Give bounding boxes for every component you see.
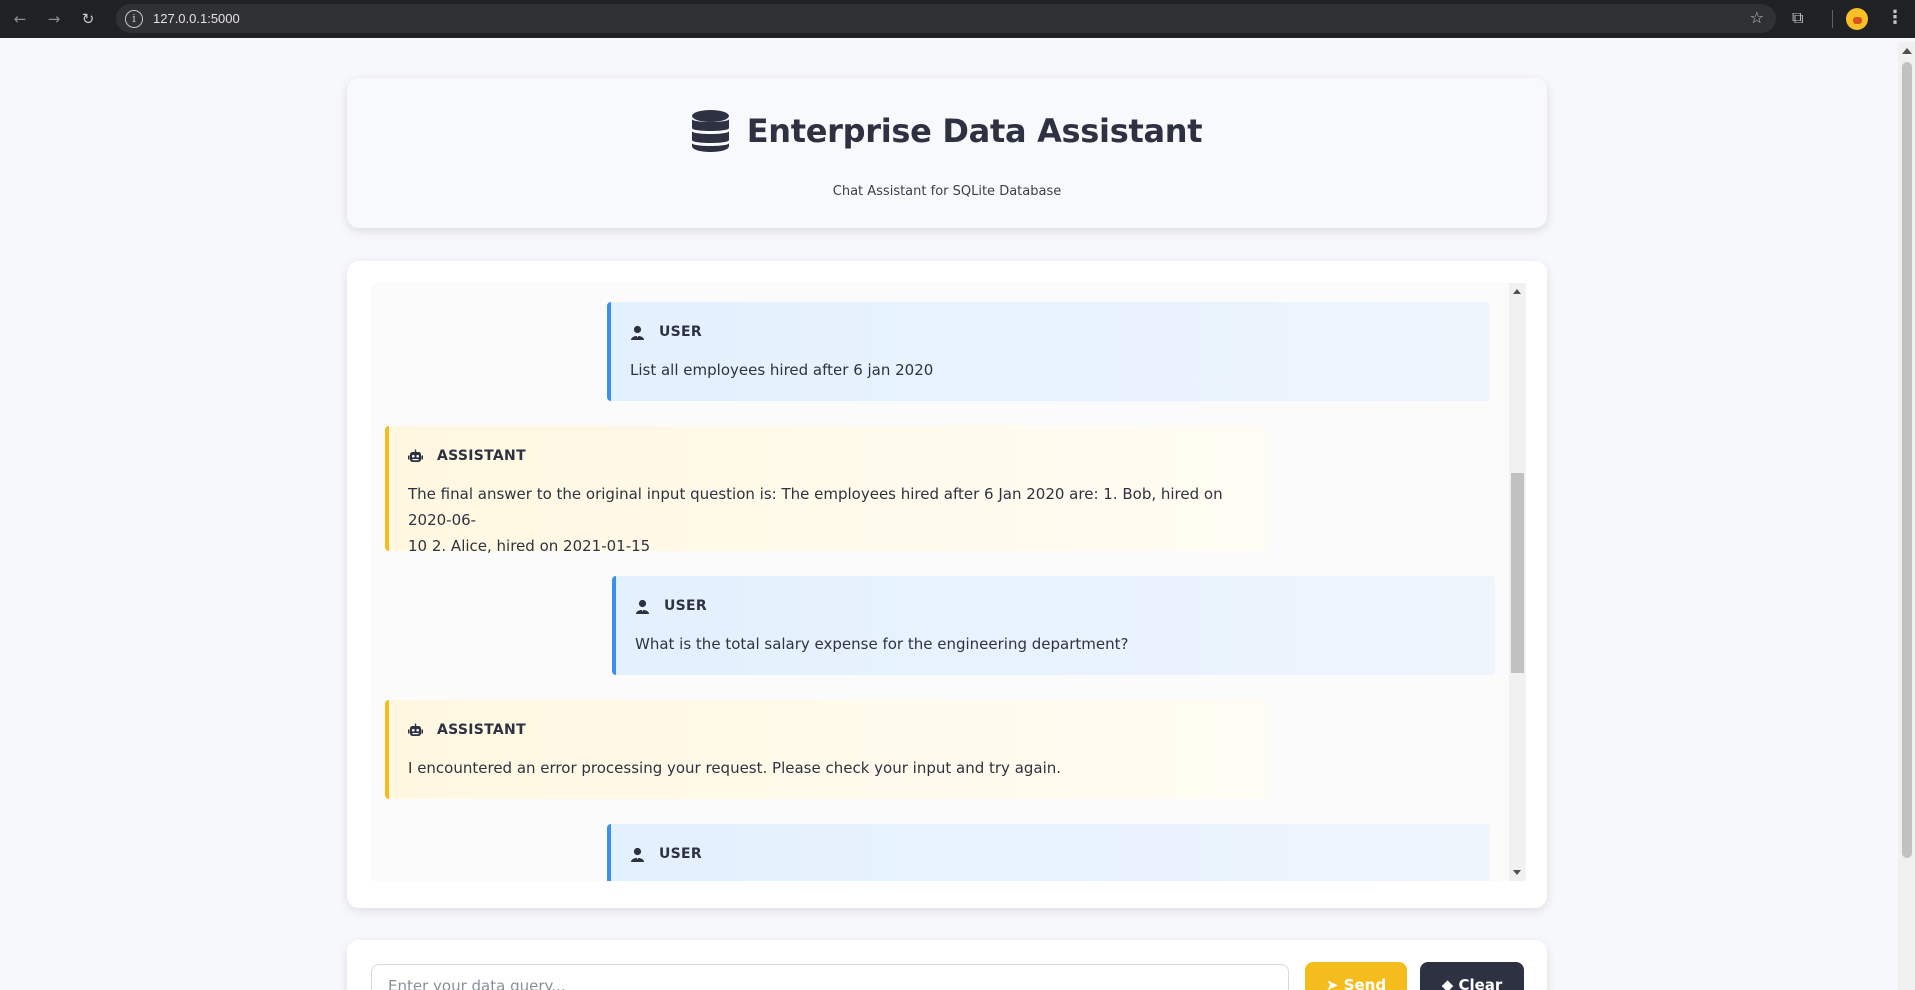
forward-button[interactable]: → xyxy=(40,5,68,33)
url-text: 127.0.0.1:5000 xyxy=(153,11,240,26)
page-subtitle: Chat Assistant for SQLite Database xyxy=(832,184,1062,199)
eraser-icon: ◆ xyxy=(1441,976,1454,990)
star-icon[interactable]: ☆ xyxy=(1750,8,1764,27)
page-scrollbar-thumb[interactable] xyxy=(1902,62,1912,858)
browser-toolbar: ← → ↻ i 127.0.0.1:5000 ☆ ⧉ ⋮ xyxy=(0,0,1915,38)
message-role: USER xyxy=(664,598,707,614)
header-card: Enterprise Data Assistant Chat Assistant… xyxy=(347,78,1547,228)
chat-history[interactable]: USER List all employees hired after 6 ja… xyxy=(371,283,1509,881)
robot-icon xyxy=(408,723,423,736)
message-header: USER xyxy=(630,324,702,340)
paper-plane-icon: ➤ xyxy=(1325,976,1339,990)
message-text-line: The final answer to the original input q… xyxy=(408,485,1223,529)
profile-avatar[interactable] xyxy=(1846,8,1868,30)
arrow-right-icon: → xyxy=(47,10,61,28)
page-scroll-up-arrow[interactable] xyxy=(1902,48,1912,54)
back-button[interactable]: ← xyxy=(6,5,34,33)
clear-button-label: Clear xyxy=(1458,976,1503,990)
site-info-icon[interactable]: i xyxy=(125,9,143,28)
reload-button[interactable]: ↻ xyxy=(74,5,102,33)
database-icon xyxy=(691,110,729,152)
message-header: USER xyxy=(630,846,702,862)
chat-card: USER List all employees hired after 6 ja… xyxy=(347,261,1547,908)
message-role: USER xyxy=(659,846,702,862)
header-title-row: Enterprise Data Assistant xyxy=(347,110,1547,152)
reload-icon: ↻ xyxy=(81,10,95,28)
chat-message-user: USER xyxy=(607,824,1490,881)
chat-message-user: USER What is the total salary expense fo… xyxy=(612,576,1495,675)
toolbar-divider xyxy=(1832,10,1833,28)
message-text-line: 10 2. Alice, hired on 2021-01-15 xyxy=(408,537,651,555)
message-header: ASSISTANT xyxy=(408,722,526,738)
message-text: I encountered an error processing your r… xyxy=(408,759,1062,777)
clear-button[interactable]: ◆ Clear xyxy=(1420,962,1524,990)
message-header: USER xyxy=(635,598,707,614)
robot-icon xyxy=(408,449,423,462)
user-icon xyxy=(636,599,649,614)
arrow-left-icon: ← xyxy=(13,10,27,28)
message-role: USER xyxy=(659,324,702,340)
page-title: Enterprise Data Assistant xyxy=(746,112,1203,150)
message-role: ASSISTANT xyxy=(437,448,526,464)
chat-scrollbar-thumb[interactable] xyxy=(1511,473,1524,673)
message-text: What is the total salary expense for the… xyxy=(635,635,1129,653)
kebab-menu-icon[interactable]: ⋮ xyxy=(1886,7,1904,28)
chat-message-assistant: ASSISTANT The final answer to the origin… xyxy=(385,426,1267,555)
message-text: List all employees hired after 6 jan 202… xyxy=(630,361,934,379)
message-header: ASSISTANT xyxy=(408,448,526,464)
chat-message-user: USER List all employees hired after 6 ja… xyxy=(607,302,1490,401)
message-text: The final answer to the original input q… xyxy=(408,481,1267,559)
send-button-label: Send xyxy=(1343,976,1387,990)
chat-scroll-up-arrow[interactable] xyxy=(1513,289,1521,294)
chat-scroll-down-arrow[interactable] xyxy=(1513,870,1521,875)
input-card: ➤ Send ◆ Clear xyxy=(347,940,1547,990)
message-role: ASSISTANT xyxy=(437,722,526,738)
send-button[interactable]: ➤ Send xyxy=(1305,962,1407,990)
puzzle-icon[interactable]: ⧉ xyxy=(1792,8,1803,28)
query-input[interactable] xyxy=(371,964,1289,990)
user-icon xyxy=(631,847,644,862)
address-bar[interactable]: i 127.0.0.1:5000 ☆ xyxy=(116,4,1776,33)
chat-message-assistant: ASSISTANT I encountered an error process… xyxy=(385,700,1267,799)
user-icon xyxy=(631,325,644,340)
